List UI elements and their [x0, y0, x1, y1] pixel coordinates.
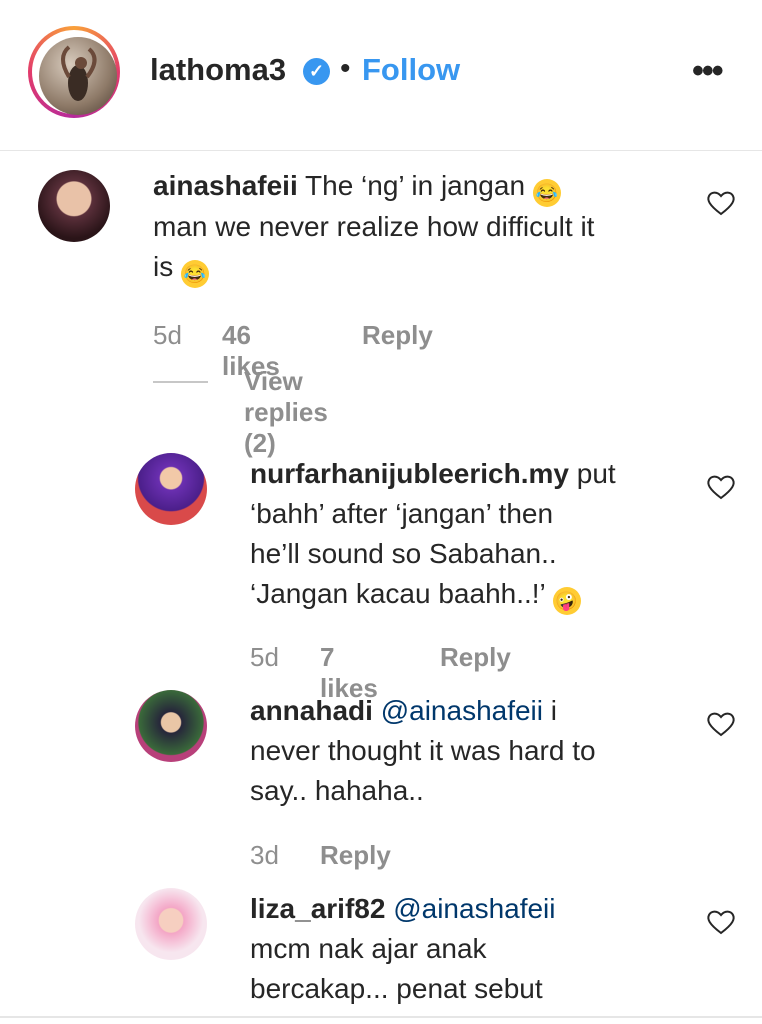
comment-text: mcm nak ajar anak — [250, 933, 487, 964]
separator-dot: • — [340, 52, 351, 85]
comment-username[interactable]: nurfarhanijubleerich.my — [250, 458, 569, 489]
comment-age: 5d — [153, 320, 182, 350]
commenter-avatar[interactable] — [135, 888, 207, 960]
comment-text: i — [550, 695, 558, 726]
comment-text: say.. hahaha.. — [250, 775, 424, 806]
comment-text: ‘Jangan kacau baahh..!’ — [250, 578, 545, 609]
view-replies-button[interactable]: View replies (2) — [244, 366, 328, 459]
mention-link[interactable]: @ainashafeii — [393, 893, 555, 924]
comment-username[interactable]: ainashafeii — [153, 170, 298, 201]
reply-button[interactable]: Reply — [440, 642, 511, 673]
heart-icon[interactable] — [706, 909, 736, 935]
comment-body: liza_arif82 @ainashafeii mcm nak ajar an… — [250, 889, 690, 1009]
commenter-avatar[interactable] — [135, 690, 207, 762]
story-ring-inner — [32, 30, 117, 115]
comment-text: The ‘ng’ in jangan — [305, 170, 526, 201]
comment-body: nurfarhanijubleerich.my put ‘bahh’ after… — [250, 454, 690, 615]
comment-text: is — [153, 251, 174, 282]
poster-username[interactable]: lathoma3 — [150, 52, 286, 88]
comment-body: ainashafeii The ‘ng’ in jangan 😂 man we … — [153, 166, 693, 288]
follow-button[interactable]: Follow — [362, 52, 460, 88]
heart-icon[interactable] — [706, 711, 736, 737]
reply-button[interactable]: Reply — [362, 320, 433, 351]
zany-face-emoji: 🤪 — [552, 587, 581, 615]
comment-text: bercakap... penat sebut — [250, 973, 543, 1004]
reply-button[interactable]: Reply — [320, 840, 391, 871]
comment-username[interactable]: annahadi — [250, 695, 373, 726]
comment-text: ‘bahh’ after ‘jangan’ then — [250, 498, 554, 529]
post-header: lathoma3 ✓ • Follow ••• — [0, 0, 762, 151]
verified-badge-icon: ✓ — [303, 58, 330, 85]
bottom-divider — [0, 1016, 762, 1018]
comment-text: man we never realize how difficult it — [153, 211, 595, 242]
poster-avatar[interactable] — [39, 37, 117, 115]
heart-icon[interactable] — [706, 474, 736, 500]
commenter-avatar[interactable] — [135, 453, 207, 525]
mention-link[interactable]: @ainashafeii — [381, 695, 543, 726]
tears-of-joy-emoji: 😂 — [532, 179, 561, 207]
tears-of-joy-emoji: 😂 — [181, 260, 210, 288]
comment-body: annahadi @ainashafeii i never thought it… — [250, 691, 690, 811]
comment-text: put — [576, 458, 616, 489]
commenter-avatar[interactable] — [38, 170, 110, 242]
comment-age: 3d — [250, 840, 279, 870]
comment-age: 5d — [250, 642, 279, 672]
comment-text: never thought it was hard to — [250, 735, 596, 766]
heart-icon[interactable] — [706, 190, 736, 216]
story-ring[interactable] — [28, 26, 120, 118]
comment-username[interactable]: liza_arif82 — [250, 893, 385, 924]
comment-text: he’ll sound so Sabahan.. — [250, 538, 557, 569]
more-options-icon[interactable]: ••• — [692, 52, 724, 91]
view-replies-divider — [153, 381, 208, 383]
